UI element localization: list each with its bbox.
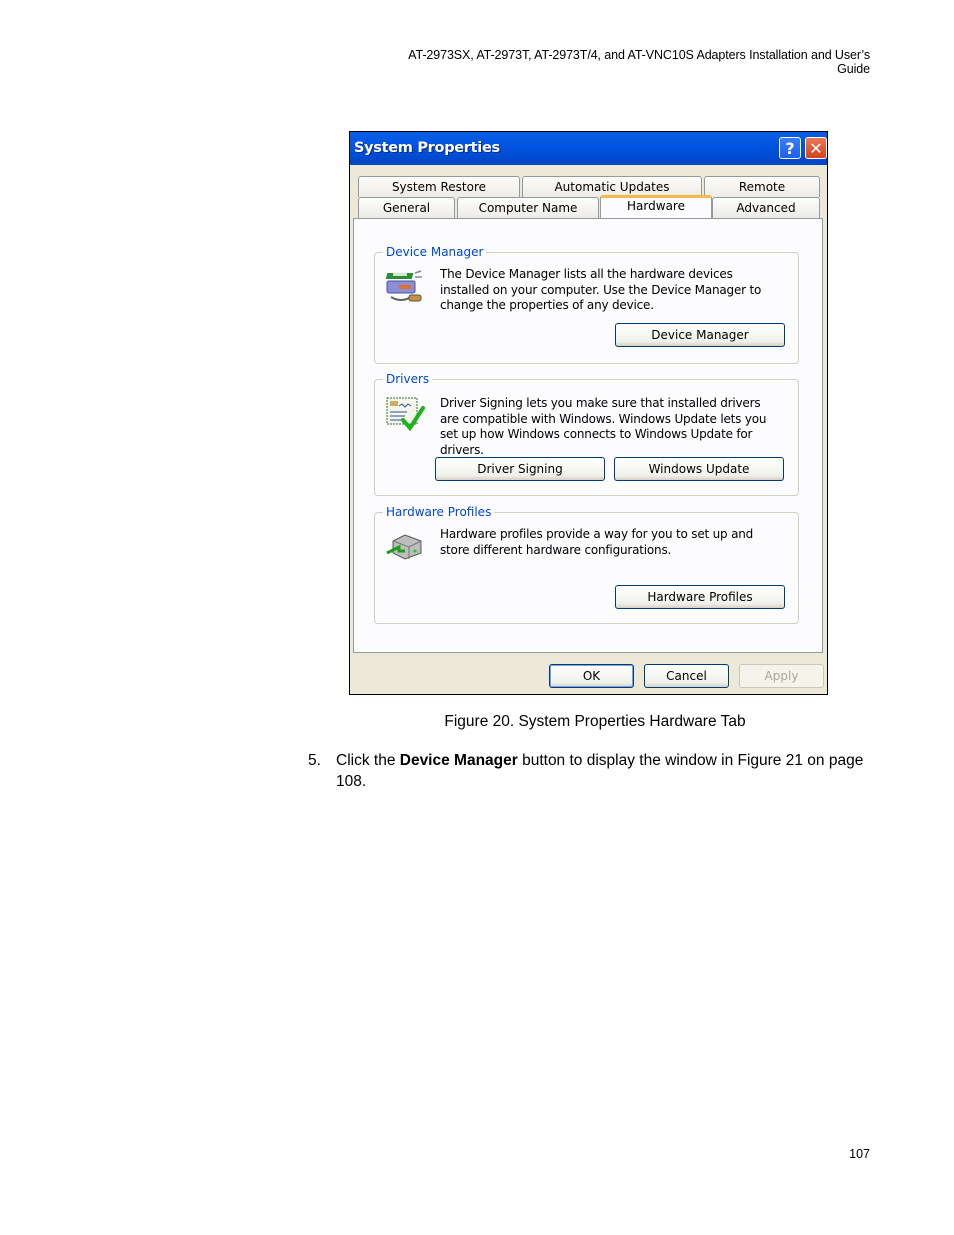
hardware-profiles-description: Hardware profiles provide a way for you … (440, 527, 754, 557)
step-text: Click the Device Manager button to displ… (336, 750, 866, 792)
dialog-title: System Properties (354, 140, 500, 156)
hardware-profiles-group-label: Hardware Profiles (383, 504, 495, 520)
device-manager-icon (385, 270, 422, 302)
tab-automatic-updates[interactable]: Automatic Updates (522, 176, 702, 197)
hardware-profiles-icon (386, 534, 422, 560)
cancel-button[interactable]: Cancel (644, 664, 729, 688)
help-button[interactable]: ? (779, 137, 801, 159)
driver-signing-button[interactable]: Driver Signing (435, 457, 605, 481)
hardware-profiles-group: Hardware Profiles Hardware profiles prov… (374, 504, 799, 624)
drivers-description: Driver Signing lets you make sure that i… (440, 396, 767, 457)
apply-button[interactable]: Apply (739, 664, 824, 688)
windows-update-button[interactable]: Windows Update (614, 457, 784, 481)
device-manager-group-label: Device Manager (383, 244, 487, 260)
device-manager-description: The Device Manager lists all the hardwar… (440, 267, 762, 312)
tab-general[interactable]: General (358, 197, 455, 218)
ok-button[interactable]: OK (549, 664, 634, 688)
step-text-bold: Device Manager (399, 752, 518, 769)
drivers-group: Drivers Driver Signing lets you make sur… (374, 371, 799, 496)
tab-hardware[interactable]: Hardware (600, 195, 712, 218)
hardware-tab-panel: Device Manager The Device Manager lists … (353, 218, 823, 653)
help-icon: ? (785, 139, 795, 158)
page-number: 107 (849, 1147, 870, 1161)
driver-signing-icon (386, 397, 425, 432)
title-bar[interactable]: System Properties ? ✕ (350, 132, 827, 165)
close-icon: ✕ (809, 139, 823, 158)
tab-remote[interactable]: Remote (704, 176, 820, 197)
device-manager-button[interactable]: Device Manager (615, 323, 785, 347)
system-properties-dialog: System Properties ? ✕ System Restore Aut… (349, 131, 828, 695)
figure-caption: Figure 20. System Properties Hardware Ta… (444, 713, 746, 730)
close-button[interactable]: ✕ (805, 137, 827, 159)
step-number: 5. (308, 752, 321, 769)
tab-system-restore[interactable]: System Restore (358, 176, 520, 197)
tab-computer-name[interactable]: Computer Name (457, 197, 599, 218)
tab-advanced[interactable]: Advanced (712, 197, 820, 218)
running-header: AT-2973SX, AT-2973T, AT-2973T/4, and AT-… (408, 48, 870, 76)
hardware-profiles-button[interactable]: Hardware Profiles (615, 585, 785, 609)
step-text-pre: Click the (336, 752, 400, 769)
drivers-group-label: Drivers (383, 371, 433, 387)
device-manager-group: Device Manager The Device Manager lists … (374, 244, 799, 364)
